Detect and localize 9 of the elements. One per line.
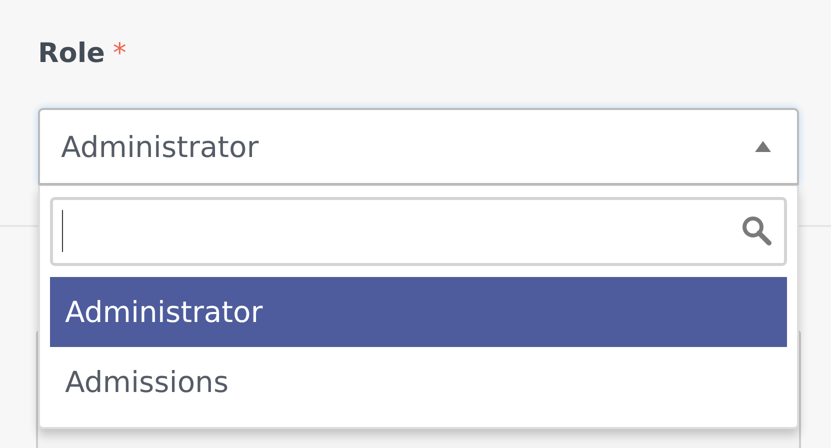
search-icon	[741, 215, 773, 247]
dropdown-option[interactable]: Administrator	[50, 277, 787, 347]
required-mark: *	[112, 38, 126, 69]
caret-icon	[755, 141, 771, 152]
role-select[interactable]: Administrator	[38, 108, 799, 185]
dropdown-option[interactable]: Admissions	[50, 347, 787, 417]
search-field[interactable]	[50, 197, 787, 266]
field-label: Role	[38, 38, 105, 69]
text-cursor	[62, 210, 63, 252]
